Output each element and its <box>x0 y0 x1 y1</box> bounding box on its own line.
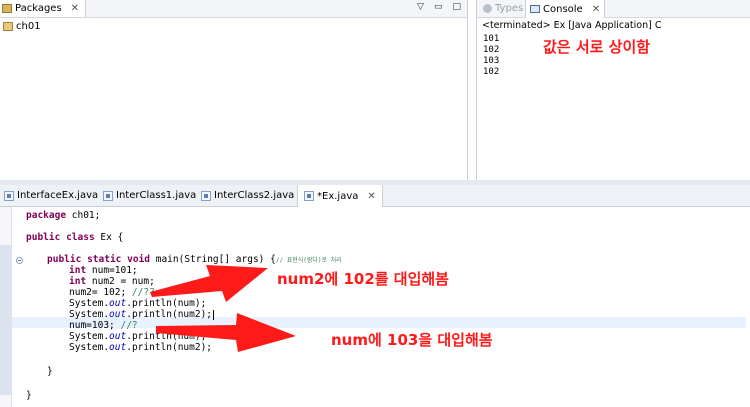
tab-console-label: Console <box>543 3 583 15</box>
code-comment: // 표현식(람다)로 처리 <box>275 257 342 264</box>
console-output-line: 103 <box>483 56 500 66</box>
console-output-line: 102 <box>483 67 500 77</box>
change-marker <box>0 245 11 395</box>
package-explorer: Packages ✕ ▽ ▭ □ ch01 <box>0 0 468 180</box>
java-file-icon <box>4 190 14 201</box>
tree-item-project[interactable]: ch01 <box>3 21 41 32</box>
editor-body[interactable]: package ch01; public class Ex { public s… <box>0 207 750 407</box>
tab-types[interactable]: Types <box>479 0 527 17</box>
code-text: .println(num2); <box>126 309 213 320</box>
code-field: out <box>109 309 127 320</box>
view-menu-icon[interactable]: ▽ <box>417 2 424 12</box>
java-file-icon <box>103 190 113 201</box>
code-text: System. <box>69 342 110 353</box>
code-text: .println(num); <box>126 331 207 342</box>
code-line: System.out.println(num2); <box>69 309 215 320</box>
editor-tabbar: InterfaceEx.java InterClass1.java InterC… <box>0 185 750 207</box>
code-line: int num2 = num; <box>69 276 155 287</box>
code-line: System.out.println(num); <box>69 298 206 309</box>
code-line: public class Ex { <box>26 232 123 243</box>
console-icon <box>530 5 540 13</box>
fold-toggle-icon[interactable] <box>16 257 23 264</box>
packages-icon <box>2 4 12 13</box>
tab-packages[interactable]: Packages ✕ <box>0 0 87 17</box>
code-text: int num2 = num; <box>69 276 155 287</box>
console-status: <terminated> Ex [Java Application] C <box>482 20 662 31</box>
java-file-icon <box>201 190 211 201</box>
tab-label: *Ex.java <box>317 190 359 202</box>
code-line: System.out.println(num2); <box>69 342 212 353</box>
tab-label: InterClass1.java <box>116 190 197 201</box>
code-comment: //? <box>120 320 138 331</box>
code-editor: InterfaceEx.java InterClass1.java InterC… <box>0 185 750 407</box>
tab-ex-active[interactable]: *Ex.java ✕ <box>297 185 383 207</box>
minimize-icon[interactable]: ▭ <box>434 2 443 12</box>
types-icon <box>483 4 492 13</box>
code-line: } <box>47 366 53 377</box>
code-text: num=103; <box>69 320 121 331</box>
code-field: out <box>109 342 127 353</box>
console-annotation: 값은 서로 상이함 <box>543 38 651 56</box>
console-output-line: 102 <box>483 45 500 55</box>
tab-interfaceex[interactable]: InterfaceEx.java <box>4 185 98 206</box>
code-line: num=103; //? <box>69 320 138 331</box>
code-line: num2= 102; //?? <box>69 287 155 298</box>
project-icon <box>3 22 13 31</box>
text-caret <box>213 309 215 320</box>
code-text: .println(num2); <box>126 342 213 353</box>
code-line: } <box>26 390 32 401</box>
code-field: out <box>109 298 127 309</box>
code-line: package ch01; <box>26 210 100 221</box>
view-controls: ▽ ▭ □ <box>417 2 461 12</box>
code-text: num2= 102; <box>69 287 132 298</box>
tab-label: InterfaceEx.java <box>17 190 99 201</box>
tab-types-label: Types <box>495 3 524 14</box>
tab-interclass1[interactable]: InterClass1.java <box>103 185 196 206</box>
code-comment: //?? <box>131 287 155 298</box>
tab-packages-label: Packages <box>15 3 62 14</box>
code-line: System.out.println(num); <box>69 331 206 342</box>
annotation-num2: num2에 102를 대입해봄 <box>277 270 449 288</box>
code-brace: } <box>26 390 32 401</box>
code-text: .println(num); <box>126 298 207 309</box>
java-file-icon <box>304 191 314 201</box>
package-explorer-tabbar: Packages ✕ ▽ ▭ □ <box>0 0 467 18</box>
code-class-decl: public class Ex { <box>26 232 124 243</box>
code-field: out <box>109 331 127 342</box>
tree-item-label: ch01 <box>16 21 41 32</box>
console-view: Types Console ✕ <terminated> Ex [Java Ap… <box>476 0 750 180</box>
code-package: package ch01; <box>26 210 101 221</box>
tab-label: InterClass2.java <box>214 190 295 201</box>
tab-console[interactable]: Console ✕ <box>525 0 606 18</box>
close-icon[interactable]: ✕ <box>71 3 79 14</box>
console-output-line: 101 <box>483 34 500 44</box>
close-icon[interactable]: ✕ <box>592 4 600 15</box>
code-main-signature: public static void main(String[] args) { <box>47 254 276 265</box>
code-brace: } <box>47 366 53 377</box>
code-text: int num=101; <box>69 265 138 276</box>
annotation-num: num에 103을 대입해봄 <box>331 331 493 349</box>
console-tabbar: Types Console ✕ <box>477 0 750 18</box>
code-text: System. <box>69 309 110 320</box>
code-text: System. <box>69 298 110 309</box>
code-line: int num=101; <box>69 265 138 276</box>
maximize-icon[interactable]: □ <box>452 2 461 12</box>
close-icon[interactable]: ✕ <box>367 191 375 202</box>
code-text: System. <box>69 331 110 342</box>
tab-interclass2[interactable]: InterClass2.java <box>201 185 294 206</box>
